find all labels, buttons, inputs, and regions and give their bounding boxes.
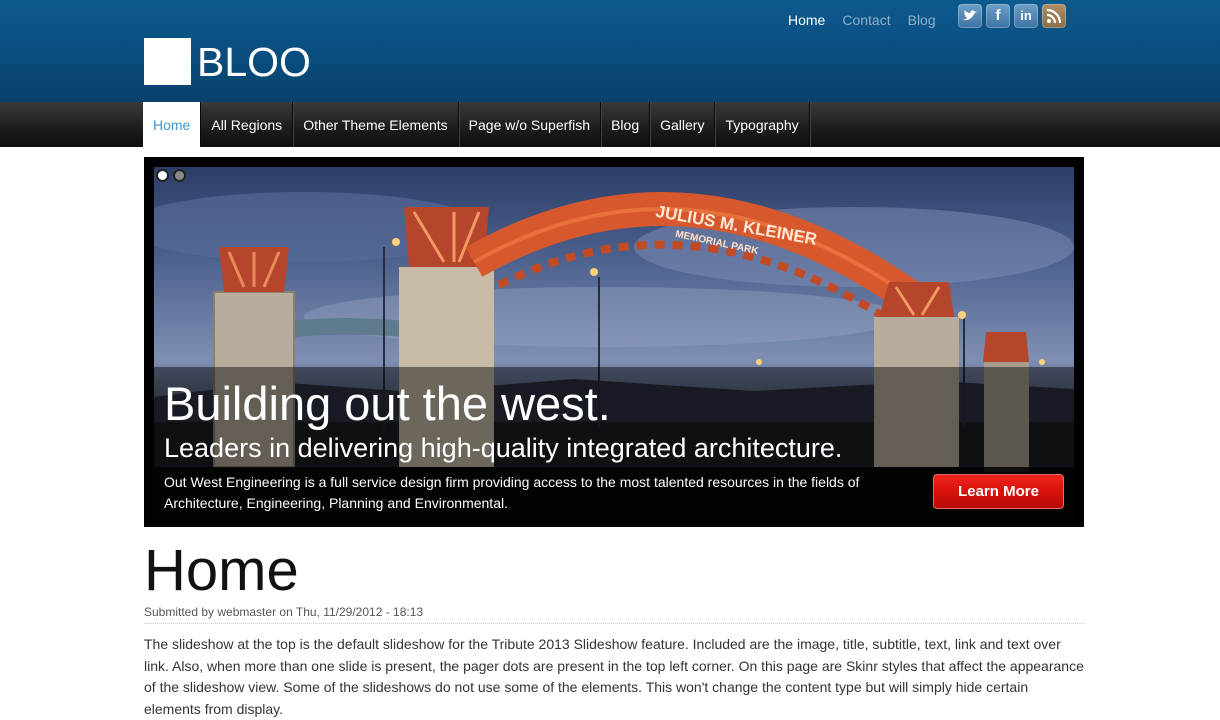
social-icons: f in [958,4,1070,28]
nav-item-home[interactable]: Home [143,102,202,147]
site-logo-text[interactable]: BLOO [197,38,311,86]
nav-item-page-without-superfish[interactable]: Page w/o Superfish [459,102,602,147]
linkedin-icon[interactable]: in [1014,4,1038,28]
nav-item-all-regions[interactable]: All Regions [201,102,294,147]
top-links: Home Contact Blog [788,10,953,30]
nav-item-typography[interactable]: Typography [715,102,810,147]
main-nav: Home All Regions Other Theme Elements Pa… [0,102,1220,147]
nav-item-gallery[interactable]: Gallery [650,102,716,147]
body-text: The slideshow at the top is the default … [144,636,1084,717]
submitted-info: Submitted by webmaster on Thu, 11/29/201… [144,605,424,619]
facebook-icon[interactable]: f [986,4,1010,28]
top-link-blog[interactable]: Blog [908,12,936,28]
top-link-home[interactable]: Home [788,12,825,28]
pager-dot-1[interactable] [156,169,169,182]
slideshow-pager [156,169,190,182]
learn-more-button[interactable]: Learn More [933,474,1064,509]
top-link-contact[interactable]: Contact [842,12,890,28]
logo-square[interactable] [144,38,191,85]
slide-title: Building out the west. [164,377,611,430]
twitter-icon[interactable] [958,4,982,28]
slide-text: Out West Engineering is a full service d… [164,474,860,511]
nav-item-other-theme-elements[interactable]: Other Theme Elements [293,102,459,147]
pager-dot-2[interactable] [173,169,186,182]
page-title: Home [144,538,299,603]
divider [144,623,1084,624]
site-header: BLOO Home Contact Blog f in [0,0,1220,102]
main-nav-items: Home All Regions Other Theme Elements Pa… [143,102,810,147]
nav-item-blog[interactable]: Blog [601,102,651,147]
slide-subtitle: Leaders in delivering high-quality integ… [164,433,843,463]
rss-icon[interactable] [1042,4,1066,28]
